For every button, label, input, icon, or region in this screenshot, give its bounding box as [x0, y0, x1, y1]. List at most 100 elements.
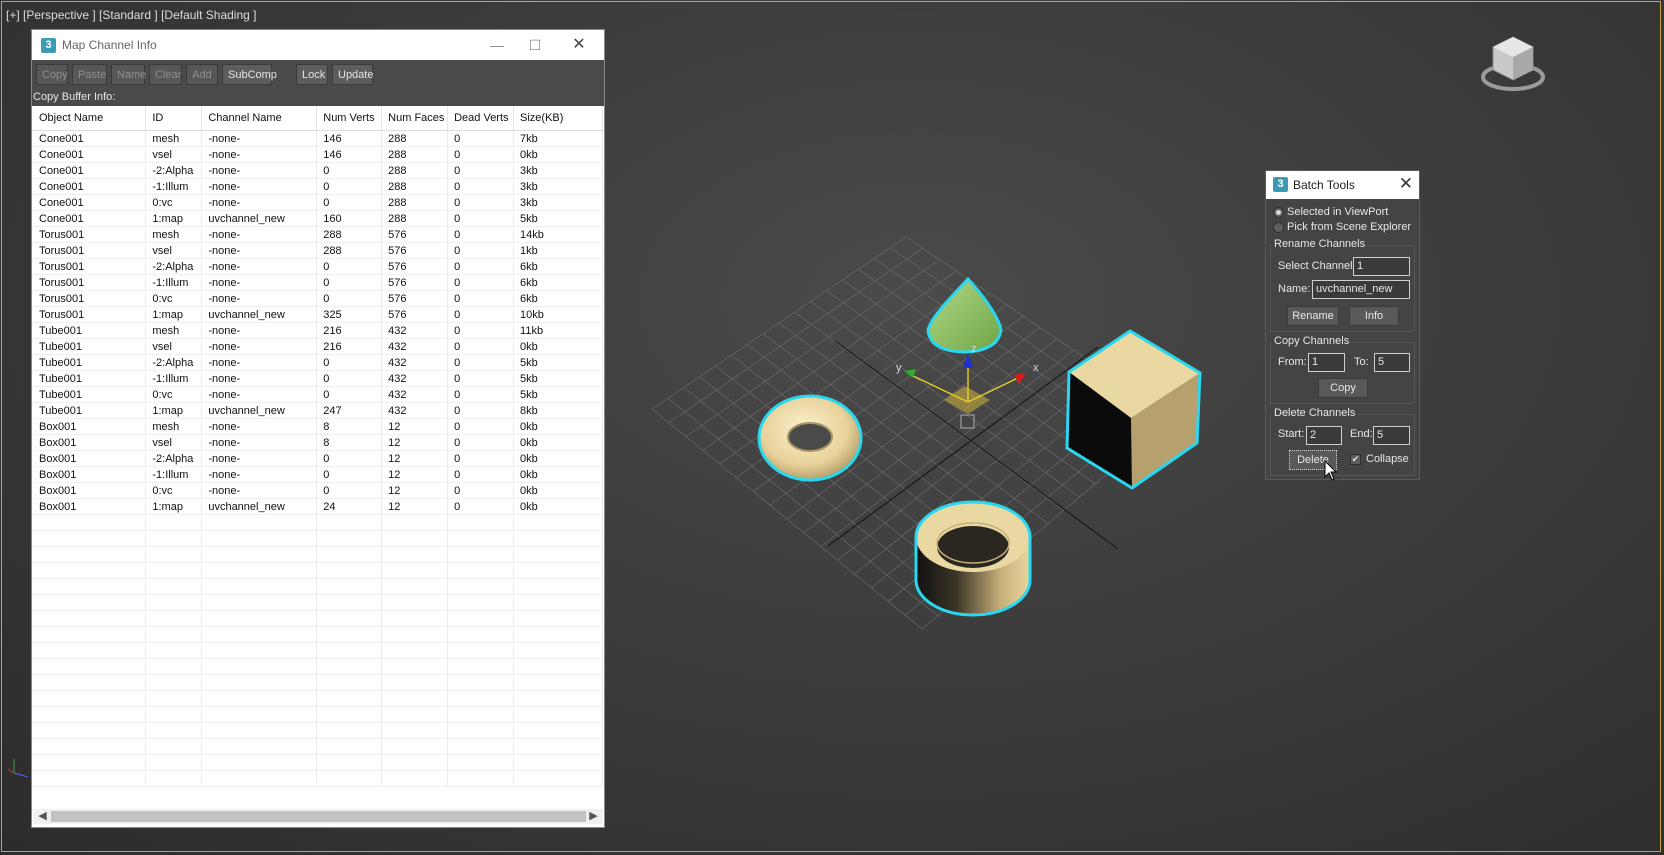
channel-name-field[interactable]: uvchannel_new — [1312, 280, 1410, 299]
copy-to-field[interactable]: 5 — [1374, 353, 1410, 372]
table-cell: 3kb — [513, 194, 603, 211]
viewcube-icon[interactable] — [1478, 32, 1548, 102]
table-cell: 0 — [447, 242, 515, 259]
name-button[interactable]: Name — [111, 64, 146, 85]
table-cell: -1:Illum — [145, 370, 203, 387]
empty-row — [33, 626, 603, 643]
copy-from-field[interactable]: 1 — [1308, 353, 1345, 372]
column-header[interactable]: Num Verts — [316, 106, 383, 131]
table-cell: 8 — [316, 434, 383, 451]
table-cell: 216 — [316, 322, 383, 339]
table-row[interactable]: Box001 0:vc -none- 0 12 0 0kb — [33, 482, 603, 499]
subcomp-button[interactable]: SubComp — [222, 64, 277, 85]
table-cell: 0 — [447, 402, 515, 419]
channel-table: Object Name ID Channel Name Num Verts Num Fa… — [33, 106, 603, 787]
table-cell: -none- — [201, 450, 318, 467]
delete-end-field[interactable]: 5 — [1373, 426, 1410, 445]
table-row[interactable]: Box001 -1:Illum -none- 0 12 0 0kb — [33, 466, 603, 483]
update-button[interactable]: Update — [332, 64, 373, 85]
minimize-button[interactable]: — — [482, 35, 512, 55]
table-cell: 0 — [447, 290, 515, 307]
horizontal-scrollbar[interactable]: ◀ ▶ — [33, 809, 603, 824]
window-titlebar[interactable]: 3 Map Channel Info — ☐ ✕ — [32, 30, 604, 60]
table-cell: -2:Alpha — [145, 450, 203, 467]
info-button[interactable]: Info — [1349, 306, 1399, 326]
lock-button[interactable]: Lock — [296, 64, 328, 85]
radio-pick-from-scene-explorer[interactable] — [1273, 222, 1284, 233]
scroll-left-icon[interactable]: ◀ — [35, 809, 50, 824]
table-row[interactable]: Tube001 1:map uvchannel_new 247 432 0 8kb — [33, 402, 603, 419]
table-row[interactable]: Tube001 mesh -none- 216 432 0 11kb — [33, 322, 603, 339]
scroll-right-icon[interactable]: ▶ — [586, 809, 601, 824]
column-header[interactable]: ID — [145, 106, 203, 131]
table-cell: 0 — [447, 194, 515, 211]
table-cell: 288 — [381, 194, 449, 211]
table-row[interactable]: Box001 vsel -none- 8 12 0 0kb — [33, 434, 603, 451]
collapse-label[interactable]: Collapse — [1366, 453, 1409, 465]
copy-channels-button[interactable]: Copy — [1318, 378, 1368, 398]
table-row[interactable]: Tube001 0:vc -none- 0 432 0 5kb — [33, 386, 603, 403]
viewport-label[interactable]: [+] [Perspective ] [Standard ] [Default … — [6, 8, 256, 22]
table-row[interactable]: Box001 mesh -none- 8 12 0 0kb — [33, 418, 603, 435]
close-button[interactable]: ✕ — [564, 35, 594, 55]
close-button[interactable]: ✕ — [1399, 174, 1413, 194]
table-cell: 0kb — [513, 498, 603, 515]
table-row[interactable]: Tube001 -2:Alpha -none- 0 432 0 5kb — [33, 354, 603, 371]
clear-button[interactable]: Clear — [149, 64, 182, 85]
scroll-thumb[interactable] — [51, 811, 586, 822]
table-row[interactable]: Cone001 -2:Alpha -none- 0 288 0 3kb — [33, 162, 603, 179]
empty-row — [33, 562, 603, 579]
table-row[interactable]: Torus001 1:map uvchannel_new 325 576 0 10kb — [33, 306, 603, 323]
cone-object[interactable] — [926, 276, 1003, 354]
channel-table-container[interactable]: Object Name ID Channel Name Num Verts Num Fa… — [33, 106, 603, 823]
table-row[interactable]: Box001 -2:Alpha -none- 0 12 0 0kb — [33, 450, 603, 467]
table-row[interactable]: Cone001 0:vc -none- 0 288 0 3kb — [33, 194, 603, 211]
table-cell: Tube001 — [33, 338, 147, 355]
table-cell: 432 — [381, 386, 449, 403]
table-cell: vsel — [145, 242, 203, 259]
add-button[interactable]: Add — [186, 64, 218, 85]
table-row[interactable]: Cone001 mesh -none- 146 288 0 7kb — [33, 130, 603, 147]
table-cell: -none- — [201, 466, 318, 483]
table-row[interactable]: Torus001 -1:Illum -none- 0 576 0 6kb — [33, 274, 603, 291]
table-cell: Cone001 — [33, 162, 147, 179]
pick-from-scene-explorer-label[interactable]: Pick from Scene Explorer — [1287, 221, 1411, 233]
table-cell: 0 — [447, 130, 515, 147]
table-cell: 0 — [447, 178, 515, 195]
paste-button[interactable]: Paste — [72, 64, 107, 85]
table-cell: 0 — [316, 466, 383, 483]
tube-object[interactable] — [914, 500, 1032, 617]
empty-row — [33, 722, 603, 739]
column-header[interactable]: Object Name — [33, 106, 147, 131]
column-header[interactable]: Dead Verts — [447, 106, 515, 131]
table-row[interactable]: Cone001 1:map uvchannel_new 160 288 0 5kb — [33, 210, 603, 227]
collapse-checkbox[interactable]: ✔ — [1350, 454, 1361, 465]
empty-row — [33, 770, 603, 787]
column-header[interactable]: Num Faces — [381, 106, 449, 131]
selected-in-viewport-label[interactable]: Selected in ViewPort — [1287, 206, 1388, 218]
table-row[interactable]: Torus001 -2:Alpha -none- 0 576 0 6kb — [33, 258, 603, 275]
torus-object[interactable] — [757, 394, 863, 482]
table-row[interactable]: Tube001 vsel -none- 216 432 0 0kb — [33, 338, 603, 355]
maximize-button[interactable]: ☐ — [520, 35, 550, 55]
table-row[interactable]: Cone001 vsel -none- 146 288 0 0kb — [33, 146, 603, 163]
radio-selected-in-viewport[interactable] — [1273, 207, 1284, 218]
table-row[interactable]: Tube001 -1:Illum -none- 0 432 0 5kb — [33, 370, 603, 387]
column-header[interactable]: Size(KB) — [513, 106, 603, 131]
table-cell: 0 — [447, 370, 515, 387]
table-cell: 3kb — [513, 162, 603, 179]
table-cell: 146 — [316, 146, 383, 163]
table-row[interactable]: Torus001 0:vc -none- 0 576 0 6kb — [33, 290, 603, 307]
delete-start-field[interactable]: 2 — [1306, 426, 1342, 445]
table-row[interactable]: Torus001 vsel -none- 288 576 0 1kb — [33, 242, 603, 259]
rename-button[interactable]: Rename — [1287, 306, 1339, 326]
panel-titlebar[interactable]: 3 Batch Tools ✕ — [1266, 171, 1419, 199]
table-row[interactable]: Cone001 -1:Illum -none- 0 288 0 3kb — [33, 178, 603, 195]
select-channel-field[interactable]: 1 — [1353, 257, 1410, 276]
table-cell: 0 — [447, 466, 515, 483]
table-row[interactable]: Box001 1:map uvchannel_new 24 12 0 0kb — [33, 498, 603, 515]
table-row[interactable]: Torus001 mesh -none- 288 576 0 14kb — [33, 226, 603, 243]
copy-button[interactable]: Copy — [36, 64, 68, 85]
column-header[interactable]: Channel Name — [201, 106, 318, 131]
table-cell: 6kb — [513, 290, 603, 307]
